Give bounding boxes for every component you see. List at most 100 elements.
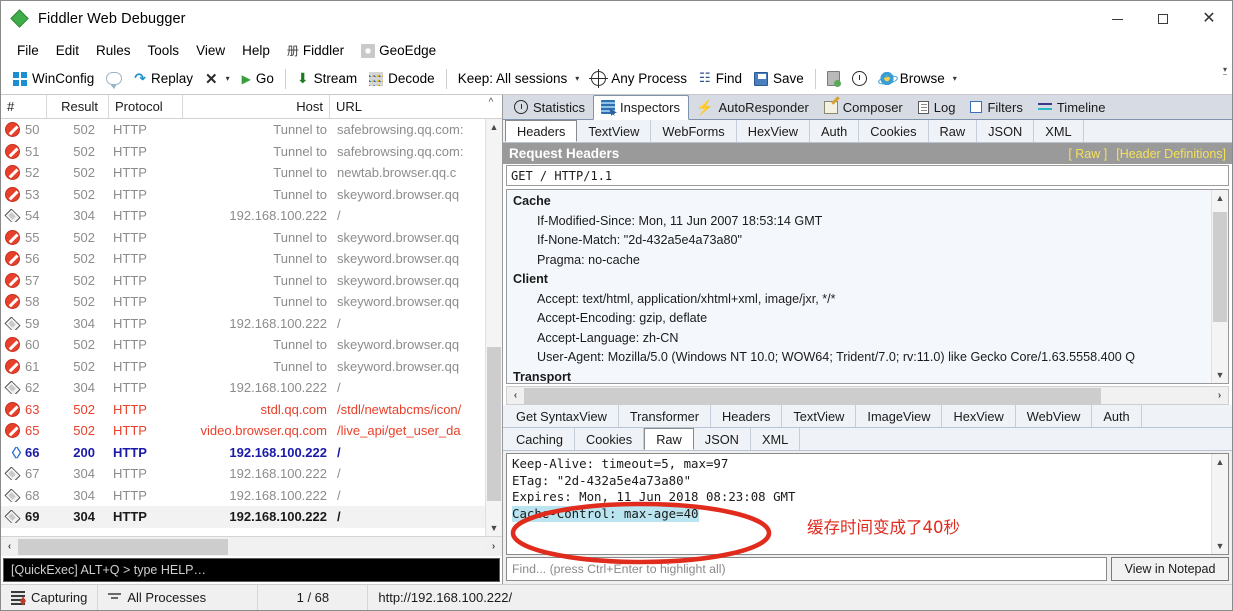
main-tab-composer[interactable]: Composer xyxy=(817,96,911,119)
session-row[interactable]: 55 502 HTTP Tunnel to skeyword.browser.qq xyxy=(1,227,485,249)
request-tab-headers[interactable]: Headers xyxy=(505,120,578,142)
session-row[interactable]: 62 304 HTTP 192.168.100.222 / xyxy=(1,377,485,399)
go-button[interactable]: ▶ Go xyxy=(236,69,280,88)
scroll-track[interactable] xyxy=(1212,206,1228,367)
header-entry[interactable]: User-Agent: Mozilla/5.0 (Windows NT 10.0… xyxy=(513,348,1211,368)
menu-view[interactable]: View xyxy=(188,41,233,60)
close-button[interactable]: ✕ xyxy=(1186,1,1232,37)
response-tab-cookies[interactable]: Cookies xyxy=(575,428,645,450)
hscroll-left-arrow[interactable]: ‹ xyxy=(1,541,18,552)
find-input[interactable]: Find... (press Ctrl+Enter to highlight a… xyxy=(506,557,1107,581)
remove-button[interactable]: ✕ ▾ xyxy=(199,68,236,90)
column-header-num[interactable]: # xyxy=(1,95,47,118)
save-button[interactable]: Save xyxy=(748,69,810,88)
session-row[interactable]: 60 502 HTTP Tunnel to skeyword.browser.qq xyxy=(1,334,485,356)
toolbar-overflow-button[interactable]: ▾ ⎯ xyxy=(1223,66,1227,79)
clipboard-button[interactable] xyxy=(821,69,846,88)
scroll-down-arrow[interactable]: ▼ xyxy=(1212,367,1228,383)
quickexec-input[interactable]: [QuickExec] ALT+Q > type HELP… xyxy=(3,558,500,582)
main-tab-filters[interactable]: Filters xyxy=(963,96,1030,119)
browse-button[interactable]: Browse ▾ xyxy=(873,69,963,88)
menu-geoedge[interactable]: GeoEdge xyxy=(353,41,444,60)
session-list-hscrollbar[interactable]: ‹ › xyxy=(1,536,502,556)
menu-fiddler[interactable]: 册 Fiddler xyxy=(279,40,352,61)
header-group[interactable]: Client xyxy=(513,270,1211,290)
header-entry[interactable]: If-None-Match: "2d-432a5e4a73a80" xyxy=(513,231,1211,251)
scroll-thumb[interactable] xyxy=(487,346,501,501)
response-tab-auth[interactable]: Auth xyxy=(1092,405,1142,427)
request-tab-raw[interactable]: Raw xyxy=(929,120,978,142)
process-filter-status[interactable]: All Processes xyxy=(98,585,259,610)
menu-tools[interactable]: Tools xyxy=(140,41,188,60)
request-tab-auth[interactable]: Auth xyxy=(810,120,860,142)
column-header-scroll-up-arrow[interactable]: ^ xyxy=(480,95,502,118)
main-tab-log[interactable]: Log xyxy=(911,96,964,119)
request-tab-textview[interactable]: TextView xyxy=(577,120,652,142)
session-row[interactable]: 50 502 HTTP Tunnel to safebrowsing.qq.com: xyxy=(1,119,485,141)
main-tab-statistics[interactable]: Statistics xyxy=(507,96,593,119)
session-row[interactable]: 〈〉 66 200 HTTP 192.168.100.222 / xyxy=(1,442,485,464)
header-group[interactable]: Transport xyxy=(513,368,1211,384)
session-row[interactable]: 65 502 HTTP video.browser.qq.com/live_api/g… xyxy=(1,420,485,442)
response-tab-get-syntaxview[interactable]: Get SyntaxView xyxy=(505,405,619,427)
headers-vscrollbar[interactable]: ▲ ▼ xyxy=(1211,190,1228,383)
session-row[interactable]: 69 304 HTTP 192.168.100.222 / xyxy=(1,506,485,528)
scroll-thumb[interactable] xyxy=(1213,490,1227,518)
session-row[interactable]: 59 304 HTTP 192.168.100.222 / xyxy=(1,313,485,335)
session-row[interactable]: 51 502 HTTP Tunnel to safebrowsing.qq.com: xyxy=(1,141,485,163)
session-row[interactable]: 58 502 HTTP Tunnel to skeyword.browser.qq xyxy=(1,291,485,313)
stream-button[interactable]: ⬇ Stream xyxy=(291,68,363,89)
maximize-button[interactable] xyxy=(1140,1,1186,37)
any-process-button[interactable]: Any Process xyxy=(585,69,693,88)
scroll-down-arrow[interactable]: ▼ xyxy=(486,520,502,536)
response-tab-json[interactable]: JSON xyxy=(694,428,751,450)
scroll-down-arrow[interactable]: ▼ xyxy=(1212,538,1228,554)
header-definitions-link[interactable]: [Header Definitions] xyxy=(1116,147,1226,161)
request-hscrollbar[interactable]: ‹ › xyxy=(506,386,1229,405)
request-tab-webforms[interactable]: WebForms xyxy=(651,120,737,142)
response-tab-webview[interactable]: WebView xyxy=(1016,405,1093,427)
header-entry[interactable]: Accept-Encoding: gzip, deflate xyxy=(513,309,1211,329)
keep-sessions-dropdown[interactable]: Keep: All sessions ▾ xyxy=(452,69,586,88)
request-tab-hexview[interactable]: HexView xyxy=(737,120,810,142)
capturing-status[interactable]: Capturing xyxy=(1,585,99,610)
main-tab-inspectors[interactable]: Inspectors xyxy=(593,95,689,120)
header-entry[interactable]: Pragma: no-cache xyxy=(513,251,1211,271)
session-row[interactable]: 57 502 HTTP Tunnel to skeyword.browser.qq xyxy=(1,270,485,292)
timer-button[interactable] xyxy=(846,69,873,88)
column-header-host[interactable]: Host xyxy=(183,95,330,118)
hscroll-right-arrow[interactable]: › xyxy=(1211,390,1228,401)
hscroll-thumb[interactable] xyxy=(18,538,229,555)
response-tab-imageview[interactable]: ImageView xyxy=(856,405,943,427)
scroll-up-arrow[interactable]: ▲ xyxy=(1212,454,1228,470)
hscroll-left-arrow[interactable]: ‹ xyxy=(507,390,524,401)
session-row[interactable]: 68 304 HTTP 192.168.100.222 / xyxy=(1,485,485,507)
column-header-url[interactable]: URL xyxy=(330,95,480,118)
column-header-result[interactable]: Result xyxy=(47,95,109,118)
response-tab-transformer[interactable]: Transformer xyxy=(619,405,712,427)
response-tab-textview[interactable]: TextView xyxy=(782,405,857,427)
scroll-track[interactable] xyxy=(1212,470,1228,538)
response-vscrollbar[interactable]: ▲ ▼ xyxy=(1211,454,1228,554)
column-header-protocol[interactable]: Protocol xyxy=(109,95,183,118)
decode-button[interactable]: Decode xyxy=(363,69,441,88)
menu-rules[interactable]: Rules xyxy=(88,41,139,60)
find-button[interactable]: ☷ Find xyxy=(693,69,748,88)
response-raw-body[interactable]: Keep-Alive: timeout=5, max=97 ETag: "2d-4… xyxy=(506,453,1229,555)
hscroll-track[interactable] xyxy=(18,538,485,555)
scroll-up-arrow[interactable]: ▲ xyxy=(1212,190,1228,206)
hscroll-thumb[interactable] xyxy=(524,387,1102,404)
scroll-thumb[interactable] xyxy=(1213,212,1227,322)
request-tab-xml[interactable]: XML xyxy=(1034,120,1084,142)
menu-edit[interactable]: Edit xyxy=(48,41,87,60)
menu-file[interactable]: File xyxy=(9,41,47,60)
scroll-track[interactable] xyxy=(486,135,502,520)
comment-button[interactable] xyxy=(100,70,128,89)
request-tab-cookies[interactable]: Cookies xyxy=(859,120,929,142)
view-in-notepad-button[interactable]: View in Notepad xyxy=(1111,557,1229,581)
menu-help[interactable]: Help xyxy=(234,41,278,60)
session-row[interactable]: 61 502 HTTP Tunnel to skeyword.browser.qq xyxy=(1,356,485,378)
raw-link[interactable]: [ Raw ] xyxy=(1068,147,1107,161)
session-row[interactable]: 53 502 HTTP Tunnel to skeyword.browser.qq xyxy=(1,184,485,206)
session-list-vscrollbar[interactable]: ▲ ▼ xyxy=(485,119,502,536)
